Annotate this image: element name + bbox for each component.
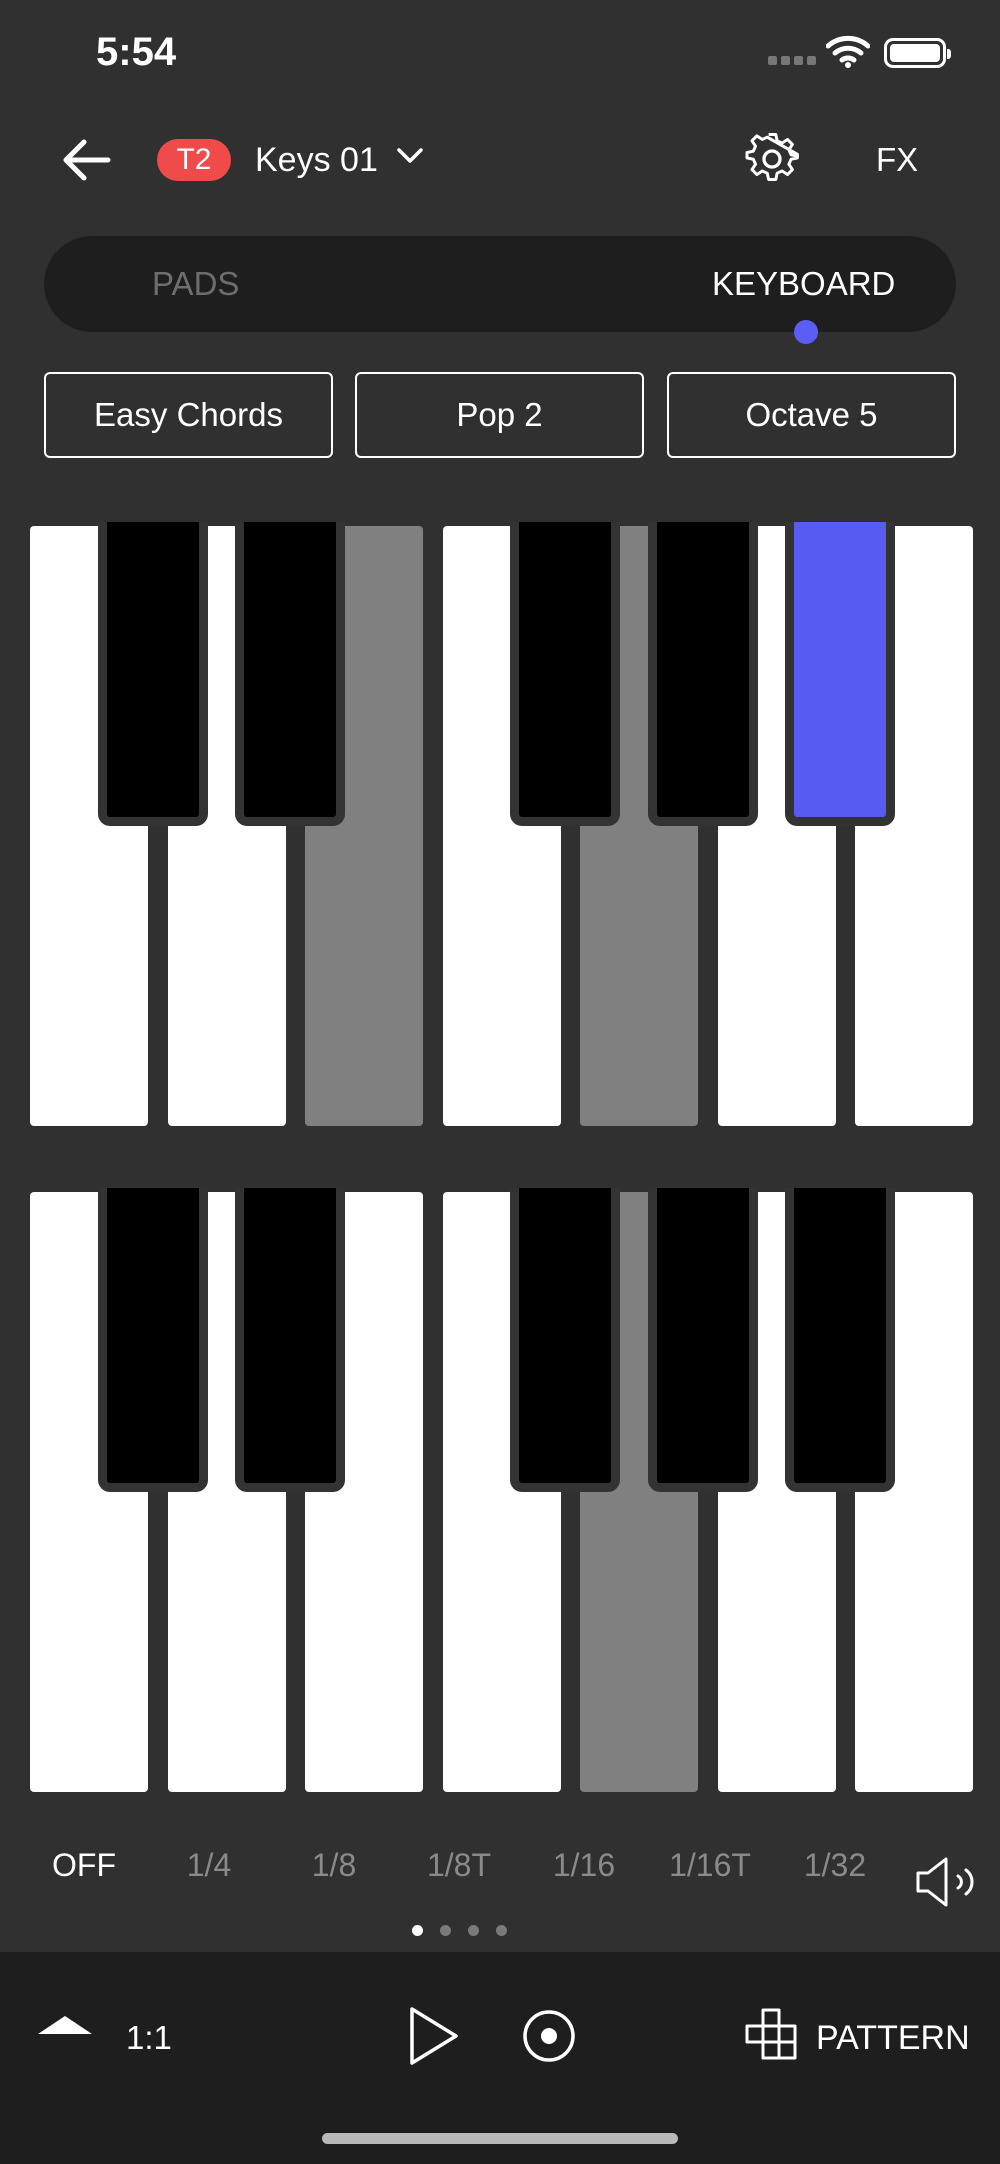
chevron-down-icon[interactable] bbox=[396, 146, 424, 166]
home-indicator bbox=[322, 2133, 678, 2144]
octave-button[interactable]: Octave 5 bbox=[667, 372, 956, 458]
note-repeat-option[interactable]: 1/32 bbox=[804, 1840, 866, 1890]
note-repeat-option[interactable]: OFF bbox=[52, 1840, 116, 1890]
note-repeat-selector: OFF 1/4 1/8 1/8T 1/16 1/16T 1/32 bbox=[0, 1840, 1000, 1890]
transport-bar: 1:1 PATTERN bbox=[0, 1952, 1000, 2164]
track-badge[interactable]: T2 bbox=[157, 139, 231, 181]
page-indicator bbox=[412, 1925, 507, 1936]
black-key[interactable] bbox=[510, 1188, 620, 1492]
black-key[interactable] bbox=[235, 522, 345, 826]
back-arrow-icon[interactable] bbox=[58, 136, 114, 184]
selected-tab-indicator bbox=[794, 320, 818, 344]
mode-segmented-control: PADS KEYBOARD bbox=[44, 236, 956, 344]
upper-keyboard bbox=[20, 522, 974, 1128]
page-dot[interactable] bbox=[468, 1925, 479, 1936]
lower-keyboard bbox=[20, 1188, 974, 1794]
black-key[interactable] bbox=[97, 522, 208, 826]
black-key[interactable] bbox=[785, 522, 895, 826]
page-dot[interactable] bbox=[440, 1925, 451, 1936]
black-key[interactable] bbox=[785, 1188, 895, 1492]
top-bar: T2 Keys 01 FX bbox=[0, 120, 1000, 200]
page-dot[interactable] bbox=[496, 1925, 507, 1936]
note-repeat-option[interactable]: 1/16 bbox=[553, 1840, 615, 1890]
black-key[interactable] bbox=[97, 1188, 208, 1492]
black-key[interactable] bbox=[647, 522, 758, 826]
play-icon[interactable] bbox=[406, 2004, 462, 2068]
keyboard-options: Easy Chords Pop 2 Octave 5 bbox=[44, 372, 956, 458]
chord-mode-button[interactable]: Easy Chords bbox=[44, 372, 333, 458]
tab-keyboard[interactable]: KEYBOARD bbox=[712, 264, 895, 304]
page-dot[interactable] bbox=[412, 1925, 423, 1936]
black-key[interactable] bbox=[510, 522, 620, 826]
instrument-selector[interactable]: Keys 01 bbox=[255, 138, 378, 182]
battery-icon bbox=[884, 38, 951, 68]
black-key[interactable] bbox=[235, 1188, 345, 1492]
pattern-grid-icon[interactable] bbox=[745, 2008, 801, 2064]
black-key[interactable] bbox=[647, 1188, 758, 1492]
cellular-signal-icon bbox=[768, 52, 816, 66]
note-repeat-option[interactable]: 1/8T bbox=[427, 1840, 491, 1890]
speaker-icon[interactable] bbox=[914, 1856, 980, 1908]
note-repeat-option[interactable]: 1/16T bbox=[669, 1840, 751, 1890]
settings-gear-icon[interactable] bbox=[744, 132, 800, 188]
tab-pads[interactable]: PADS bbox=[152, 264, 239, 304]
status-bar: 5:54 bbox=[0, 0, 1000, 110]
chord-set-button[interactable]: Pop 2 bbox=[355, 372, 644, 458]
record-icon[interactable] bbox=[521, 2008, 577, 2064]
note-repeat-option[interactable]: 1/8 bbox=[312, 1840, 356, 1890]
status-time: 5:54 bbox=[96, 30, 177, 74]
expand-up-icon[interactable] bbox=[36, 2012, 94, 2036]
pattern-button[interactable]: PATTERN bbox=[816, 2016, 970, 2060]
fx-button[interactable]: FX bbox=[876, 138, 918, 182]
note-repeat-option[interactable]: 1/4 bbox=[187, 1840, 231, 1890]
wifi-icon bbox=[826, 35, 870, 68]
song-position: 1:1 bbox=[126, 2019, 172, 2056]
